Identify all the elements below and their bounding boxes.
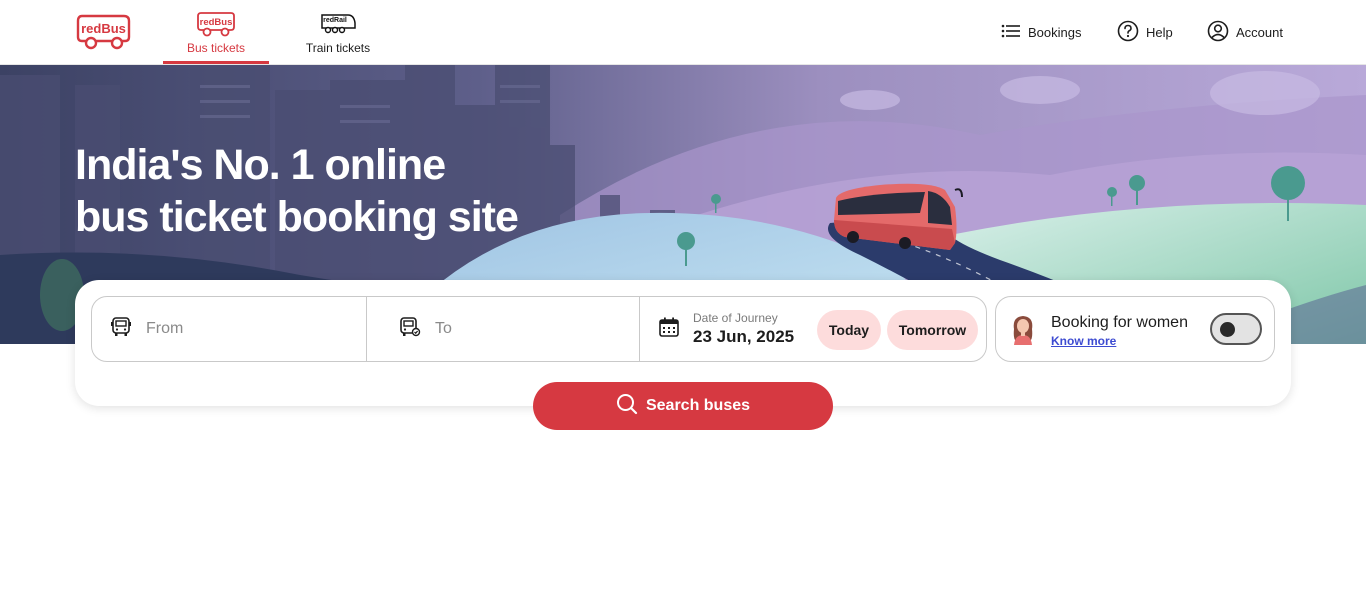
calendar-icon <box>658 316 680 343</box>
bus-illustration-icon <box>834 183 963 250</box>
to-input[interactable]: To <box>435 320 452 338</box>
know-more-link[interactable]: Know more <box>1051 334 1116 348</box>
women-title: Booking for women <box>1051 314 1188 331</box>
bus-arrival-icon <box>398 315 422 344</box>
help-label: Help <box>1146 24 1173 40</box>
list-icon <box>1001 23 1021 42</box>
search-icon <box>616 393 638 420</box>
to-field[interactable]: To <box>367 297 640 361</box>
hero-title: India's No. 1 online bus ticket booking … <box>75 139 519 243</box>
help-link[interactable]: Help <box>1117 20 1173 44</box>
svg-text:redBus: redBus <box>200 17 233 28</box>
redbus-logo-icon: redBus <box>196 11 236 42</box>
search-box: From To Date of Journey 23 Jun, 2025 Tod… <box>91 296 987 362</box>
tab-bus-tickets[interactable]: redBus Bus tickets <box>163 0 269 64</box>
account-link[interactable]: Account <box>1207 20 1283 44</box>
date-label: Date of Journey <box>693 311 778 325</box>
account-label: Account <box>1236 24 1283 40</box>
tomorrow-button[interactable]: Tomorrow <box>887 310 978 350</box>
booking-for-women-box: Booking for women Know more <box>995 296 1275 362</box>
women-booking-toggle[interactable] <box>1210 313 1262 345</box>
tab-label: Train tickets <box>305 41 371 55</box>
tab-label: Bus tickets <box>186 41 246 55</box>
toggle-knob <box>1220 322 1235 337</box>
help-icon <box>1117 20 1139 45</box>
redbus-logo[interactable]: redBus <box>76 13 131 51</box>
hero-title-line2: bus ticket booking site <box>75 193 519 241</box>
from-input[interactable]: From <box>146 320 183 338</box>
woman-avatar-icon <box>1010 313 1036 350</box>
bus-front-icon <box>109 315 133 344</box>
account-icon <box>1207 20 1229 45</box>
bookings-link[interactable]: Bookings <box>1001 20 1081 44</box>
svg-text:redRail: redRail <box>323 17 347 24</box>
search-buses-button[interactable]: Search buses <box>533 382 833 430</box>
date-text: Date of Journey 23 Jun, 2025 <box>693 311 794 347</box>
redrail-train-icon: redRail <box>318 11 358 40</box>
top-header: redBus redBus Bus tickets redRail Train … <box>0 0 1366 65</box>
tab-train-tickets[interactable]: redRail Train tickets <box>292 0 384 64</box>
from-field[interactable]: From <box>92 297 367 361</box>
svg-text:redBus: redBus <box>81 21 126 36</box>
date-value[interactable]: 23 Jun, 2025 <box>693 327 794 347</box>
date-field[interactable]: Date of Journey 23 Jun, 2025 Today Tomor… <box>640 297 988 361</box>
search-button-label: Search buses <box>645 397 751 414</box>
bookings-label: Bookings <box>1028 24 1082 40</box>
today-button[interactable]: Today <box>817 310 881 350</box>
hero-title-line1: India's No. 1 online <box>75 141 446 189</box>
